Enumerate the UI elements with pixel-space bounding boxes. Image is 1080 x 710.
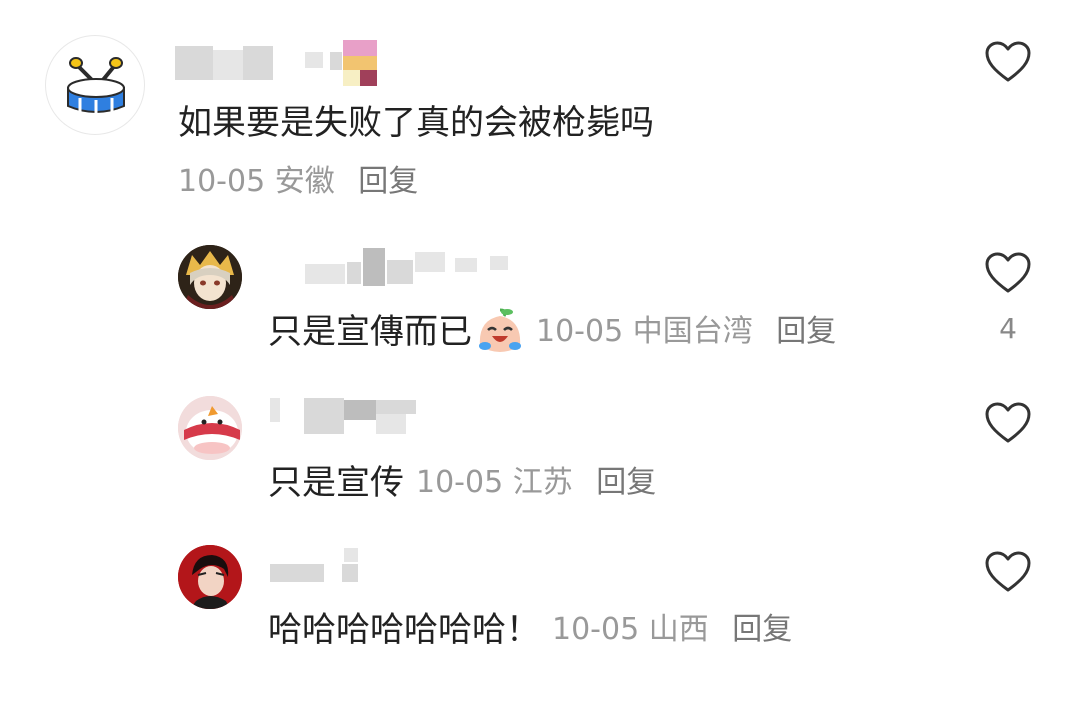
comment-text: 如果要是失败了真的会被枪毙吗 xyxy=(178,103,654,143)
comment-date: 10-05 xyxy=(178,164,266,199)
avatar[interactable] xyxy=(178,545,242,609)
heart-icon[interactable] xyxy=(984,40,1032,84)
crying-laugh-emoji xyxy=(479,308,521,352)
like-count: 4 xyxy=(999,312,1017,345)
comment-date: 10-05 xyxy=(552,612,640,647)
comment-text: 只是宣傳而已 xyxy=(268,312,472,352)
username-blurred[interactable] xyxy=(175,40,390,86)
username-blurred[interactable] xyxy=(270,398,420,436)
comment-date: 10-05 xyxy=(536,314,624,349)
comment-meta: 10-05 中国台湾 回复 xyxy=(536,312,836,352)
pink-character-avatar xyxy=(178,396,242,460)
avatar[interactable] xyxy=(45,35,145,135)
heart-icon[interactable] xyxy=(984,401,1032,445)
comment-meta: 10-05 江苏 回复 xyxy=(416,463,656,503)
comment-location: 安徽 xyxy=(274,164,335,199)
avatar[interactable] xyxy=(178,396,242,460)
reply-line: 哈哈哈哈哈哈哈！ 10-05 山西 回复 xyxy=(268,608,792,652)
avatar[interactable] xyxy=(178,245,242,309)
comment-text: 哈哈哈哈哈哈哈！ xyxy=(268,610,540,650)
drum-icon xyxy=(67,57,125,115)
reply-button[interactable]: 回复 xyxy=(776,314,836,349)
username-blurred[interactable] xyxy=(305,248,545,288)
comment-meta: 10-05 安徽 回复 xyxy=(178,162,418,202)
comment-location: 中国台湾 xyxy=(632,314,753,349)
comment-date: 10-05 xyxy=(416,465,504,500)
reply-line: 只是宣传 10-05 江苏 回复 xyxy=(268,461,656,505)
comment-location: 山西 xyxy=(648,612,709,647)
comment-meta: 10-05 山西 回复 xyxy=(552,610,792,650)
reply-line: 只是宣傳而已 10-05 中国台湾 回复 xyxy=(268,308,836,354)
reply-button[interactable]: 回复 xyxy=(358,164,418,199)
heart-icon[interactable] xyxy=(984,251,1032,295)
heart-icon[interactable] xyxy=(984,550,1032,594)
anime-character-avatar xyxy=(178,245,242,309)
reply-button[interactable]: 回复 xyxy=(596,465,656,500)
username-blurred[interactable] xyxy=(270,548,370,584)
red-portrait-avatar xyxy=(178,545,242,609)
comment-text: 只是宣传 xyxy=(268,463,404,503)
comment-location: 江苏 xyxy=(512,465,573,500)
reply-button[interactable]: 回复 xyxy=(732,612,792,647)
